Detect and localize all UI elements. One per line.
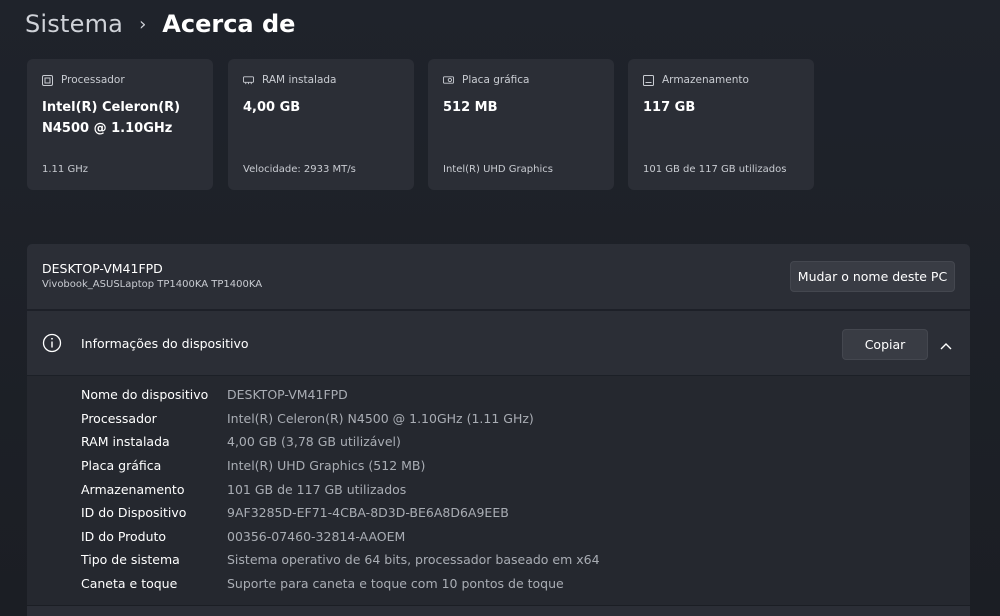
device-name: DESKTOP-VM41FPD [42, 261, 163, 276]
device-name-row: DESKTOP-VM41FPD Vivobook_ASUSLaptop TP14… [27, 244, 970, 309]
info-value: Sistema operativo de 64 bits, processado… [227, 551, 600, 567]
card-footer: Intel(R) UHD Graphics [443, 164, 553, 175]
card-value: Intel(R) Celeron(R) N4500 @ 1.10GHz [42, 100, 181, 136]
info-label: Placa gráfica [81, 457, 162, 473]
cpu-icon [42, 74, 53, 86]
next-section-edge [27, 606, 970, 616]
card-footer: Velocidade: 2933 MT/s [243, 164, 356, 175]
breadcrumb-sistema[interactable]: Sistema [25, 10, 123, 38]
info-label: Tipo de sistema [81, 551, 180, 567]
device-info-details: Nome do dispositivo DESKTOP-VM41FPD Proc… [27, 376, 970, 605]
spec-card-processor: Processador Intel(R) Celeron(R) N4500 @ … [27, 59, 213, 190]
info-value: 4,00 GB (3,78 GB utilizável) [227, 433, 401, 449]
card-footer: 1.11 GHz [42, 164, 88, 175]
info-value: Suporte para caneta e toque com 10 ponto… [227, 575, 564, 591]
info-value: Intel(R) UHD Graphics (512 MB) [227, 457, 426, 473]
info-row-storage: Armazenamento 101 GB de 117 GB utilizado… [81, 479, 406, 499]
about-page: Sistema › Acerca de Processador Intel(R)… [0, 0, 1000, 616]
chevron-up-icon[interactable] [939, 337, 953, 350]
ram-icon [243, 75, 254, 86]
info-label: Nome do dispositivo [81, 386, 209, 402]
info-label: Caneta e toque [81, 575, 178, 591]
card-label: RAM instalada [262, 74, 337, 86]
info-label: RAM instalada [81, 433, 170, 449]
info-row-product-id: ID do Produto 00356-07460-32814-AAOEM [81, 526, 405, 546]
breadcrumb: Sistema › Acerca de [25, 6, 295, 42]
card-value: 117 GB [643, 100, 696, 115]
storage-icon [643, 74, 654, 86]
spec-card-ram: RAM instalada 4,00 GB Velocidade: 2933 M… [228, 59, 414, 190]
device-info-title: Informações do dispositivo [81, 336, 249, 351]
info-value: DESKTOP-VM41FPD [227, 386, 348, 402]
info-label: ID do Dispositivo [81, 504, 187, 520]
page-title: Acerca de [162, 10, 296, 38]
card-label: Processador [61, 74, 125, 86]
info-row-device-id: ID do Dispositivo 9AF3285D-EF71-4CBA-8D3… [81, 502, 509, 522]
card-value: 512 MB [443, 100, 498, 115]
info-label: Armazenamento [81, 481, 185, 497]
info-label: ID do Produto [81, 528, 167, 544]
info-row-ram: RAM instalada 4,00 GB (3,78 GB utilizáve… [81, 431, 401, 451]
info-value: 101 GB de 117 GB utilizados [227, 481, 407, 497]
card-footer: 101 GB de 117 GB utilizados [643, 164, 787, 175]
copy-button[interactable]: Copiar [842, 329, 928, 360]
spec-card-gpu: Placa gráfica 512 MB Intel(R) UHD Graphi… [428, 59, 614, 190]
info-value: 9AF3285D-EF71-4CBA-8D3D-BE6A8D6A9EEB [227, 504, 509, 520]
card-label: Armazenamento [662, 74, 749, 86]
spec-card-storage: Armazenamento 117 GB 101 GB de 117 GB ut… [628, 59, 814, 190]
info-value: Intel(R) Celeron(R) N4500 @ 1.10GHz (1.1… [227, 410, 534, 426]
card-value: 4,00 GB [243, 100, 301, 115]
info-row-device-name: Nome do dispositivo DESKTOP-VM41FPD [81, 384, 348, 404]
info-row-processor: Processador Intel(R) Celeron(R) N4500 @ … [81, 408, 534, 428]
info-icon [42, 333, 62, 353]
device-model: Vivobook_ASUSLaptop TP1400KA TP1400KA [42, 279, 263, 290]
info-row-pen-touch: Caneta e toque Suporte para caneta e toq… [81, 573, 564, 593]
info-label: Processador [81, 410, 157, 426]
card-label: Placa gráfica [462, 74, 530, 86]
device-info-header[interactable]: Informações do dispositivo Copiar [27, 311, 970, 375]
info-value: 00356-07460-32814-AAOEM [227, 528, 406, 544]
rename-pc-button[interactable]: Mudar o nome deste PC [790, 261, 955, 292]
info-row-system-type: Tipo de sistema Sistema operativo de 64 … [81, 549, 600, 569]
gpu-icon [443, 75, 454, 86]
info-row-gpu: Placa gráfica Intel(R) UHD Graphics (512… [81, 455, 425, 475]
breadcrumb-separator: › [139, 13, 147, 35]
